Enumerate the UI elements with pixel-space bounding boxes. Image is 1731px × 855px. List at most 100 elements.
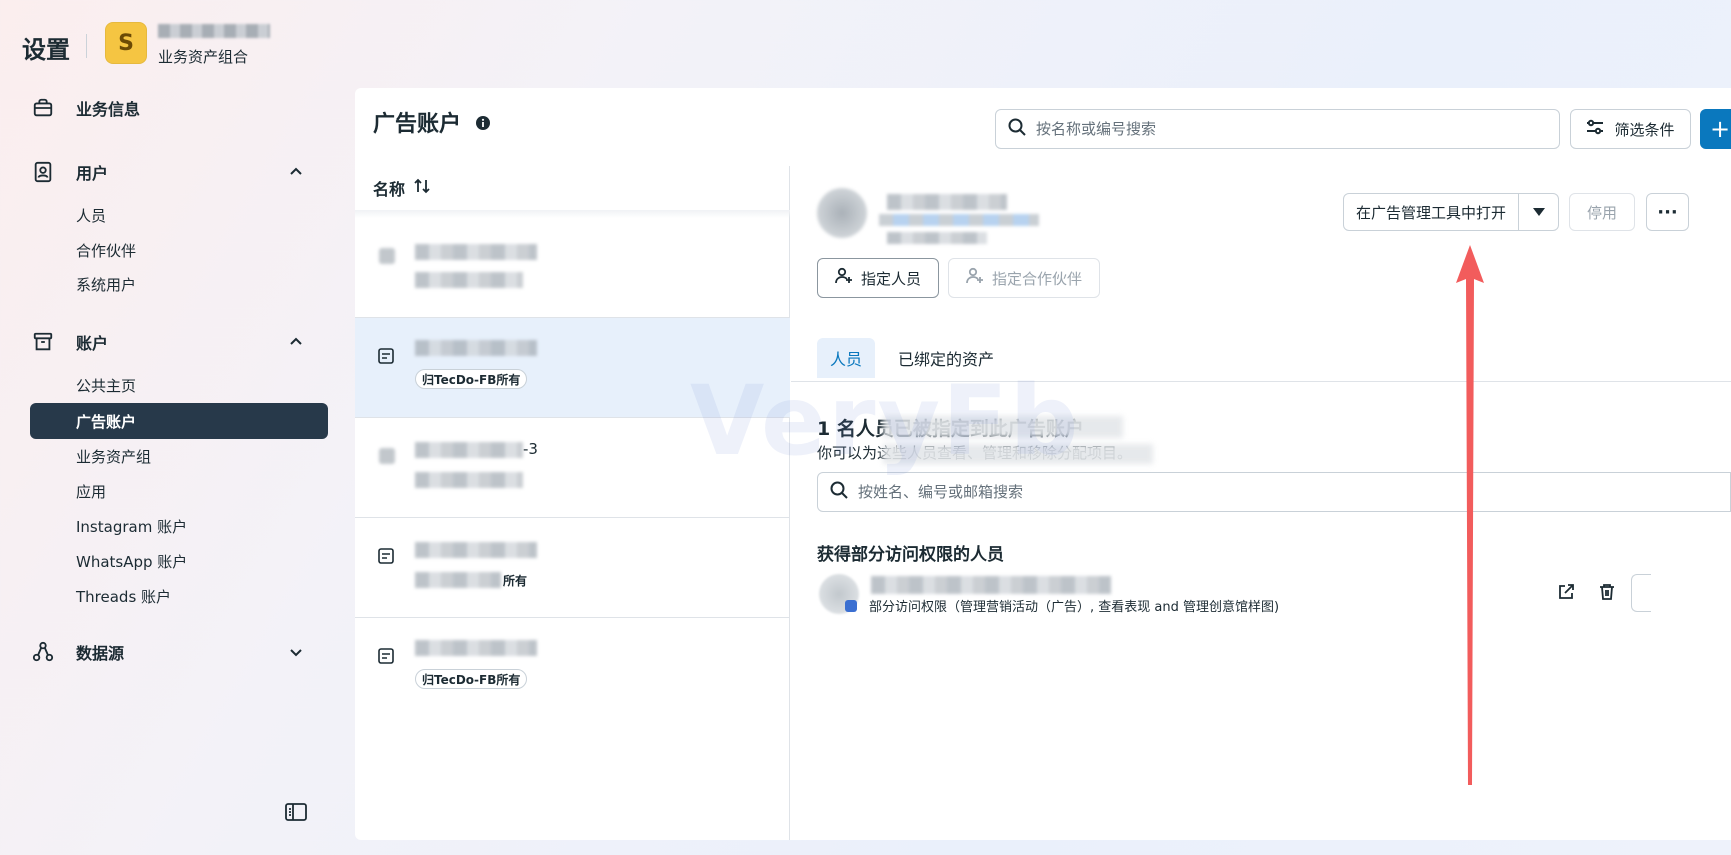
disable-button[interactable]: 停用 [1569, 193, 1635, 231]
ad-account-detail: 在广告管理工具中打开 停用 ··· 指定人员 指定合作伙伴 人员 已绑定的资产 … [791, 166, 1731, 840]
open-in-ads-manager-button[interactable]: 在广告管理工具中打开 [1343, 193, 1519, 231]
list-item[interactable] [355, 218, 790, 318]
collapse-sidebar-icon[interactable] [284, 800, 308, 824]
sidebar-item-system-users[interactable]: 系统用户 [30, 266, 328, 302]
sidebar-item-apps[interactable]: 应用 [30, 473, 328, 509]
sidebar-group-business-info[interactable]: 业务信息 [30, 88, 330, 128]
sidebar-item-whatsapp-accounts[interactable]: WhatsApp 账户 [30, 543, 328, 579]
chevron-down-icon[interactable] [286, 642, 306, 662]
sidebar: 业务信息 用户 人员 合作伙伴 系统用户 账户 公共主页 广告账户 业务资产组 … [0, 90, 340, 855]
briefcase-icon [30, 95, 56, 121]
account-name-redacted [415, 542, 537, 558]
add-person-icon [835, 267, 853, 289]
chevron-up-icon[interactable] [286, 332, 306, 352]
sidebar-item-business-asset-groups[interactable]: 业务资产组 [30, 438, 328, 474]
ad-account-icon [377, 346, 397, 366]
account-title-redacted [887, 194, 1007, 210]
sidebar-group-label: 业务信息 [76, 100, 141, 119]
owner-badge-fragment: 所有 [503, 574, 528, 588]
row-overflow-button[interactable] [1631, 574, 1651, 612]
tab-linked-assets[interactable]: 已绑定的资产 [891, 338, 1001, 378]
list-header-label: 名称 [373, 180, 406, 199]
external-link-icon[interactable] [1557, 583, 1575, 601]
owner-badge: 归TecDo-FB所有 [415, 369, 528, 389]
assign-people-label: 指定人员 [860, 269, 921, 288]
top-header: 设置 S 业务资产组合 [0, 0, 1731, 90]
chevron-up-icon[interactable] [286, 162, 306, 182]
page-title: 广告账户 [373, 112, 462, 137]
search-icon [830, 481, 848, 503]
archive-box-icon [30, 329, 56, 355]
caret-down-icon[interactable] [1518, 193, 1559, 231]
ad-account-icon [377, 646, 397, 666]
assign-partner-label: 指定合作伙伴 [991, 269, 1082, 288]
sidebar-group-data-sources[interactable]: 数据源 [30, 632, 330, 672]
sidebar-item-people[interactable]: 人员 [30, 197, 328, 233]
page-app-title: 设置 [22, 36, 70, 64]
ad-account-icon [377, 446, 397, 466]
portfolio-logo[interactable]: S [105, 22, 147, 64]
sidebar-item-threads-accounts[interactable]: Threads 账户 [30, 578, 328, 614]
owner-badge: 归TecDo-FB所有 [415, 669, 528, 689]
search-icon [1008, 118, 1026, 140]
account-name-suffix: -3 [523, 440, 538, 458]
trash-icon[interactable] [1598, 583, 1616, 601]
account-name-redacted [415, 640, 537, 656]
assign-people-button[interactable]: 指定人员 [817, 258, 939, 298]
sliders-icon [1586, 119, 1604, 139]
account-name-redacted [415, 442, 523, 458]
sidebar-group-users[interactable]: 用户 [30, 152, 330, 192]
ad-account-list: 名称 归TecDo-FB所有 -3 所有 归TecDo-FB所有 [355, 166, 790, 840]
description-redaction [883, 444, 1153, 464]
person-name-redacted [871, 576, 1111, 594]
sidebar-group-accounts[interactable]: 账户 [30, 322, 330, 362]
account-id-redacted [415, 472, 523, 488]
person-badge-icon [845, 600, 857, 612]
account-id-redacted [415, 572, 501, 588]
list-header-shadow [355, 210, 790, 218]
sidebar-item-instagram-accounts[interactable]: Instagram 账户 [30, 508, 328, 544]
account-meta-redacted [887, 232, 987, 244]
list-item-selected[interactable]: 归TecDo-FB所有 [355, 318, 790, 418]
header-divider [86, 34, 87, 58]
tab-divider [791, 381, 1731, 382]
list-header-name[interactable]: 名称 [373, 176, 431, 200]
main-panel: 广告账户 筛选条件 + 名称 归TecDo- [355, 88, 1731, 840]
sidebar-item-ad-accounts[interactable]: 广告账户 [30, 403, 328, 439]
summary-redaction [883, 416, 1123, 438]
sidebar-group-label: 数据源 [76, 644, 125, 663]
add-partner-icon [966, 267, 984, 289]
person-access-description: 部分访问权限（管理营销活动（广告）, 查看表现 and 管理创意馆样图) [869, 600, 1280, 615]
account-avatar-redacted [817, 188, 867, 238]
more-options-button[interactable]: ··· [1646, 193, 1689, 231]
partial-access-heading: 获得部分访问权限的人员 [817, 545, 1004, 565]
sidebar-group-label: 用户 [76, 164, 109, 183]
list-item[interactable]: 归TecDo-FB所有 [355, 618, 790, 718]
sidebar-item-pages[interactable]: 公共主页 [30, 367, 328, 403]
sort-icon[interactable] [413, 178, 431, 198]
portfolio-subtitle: 业务资产组合 [158, 48, 249, 66]
filter-label: 筛选条件 [1614, 120, 1675, 139]
ad-account-icon [377, 546, 397, 566]
filter-button[interactable]: 筛选条件 [1570, 109, 1691, 149]
assign-partner-button[interactable]: 指定合作伙伴 [948, 258, 1100, 298]
ad-account-icon [377, 246, 397, 266]
ad-account-search[interactable] [995, 109, 1560, 149]
account-link-redacted [879, 214, 1039, 226]
sidebar-group-label: 账户 [76, 334, 109, 353]
user-badge-icon [30, 159, 56, 185]
list-item[interactable]: -3 [355, 418, 790, 518]
portfolio-name-redacted[interactable] [158, 24, 270, 38]
account-id-redacted [415, 272, 523, 288]
ad-account-search-input[interactable] [1036, 120, 1536, 138]
info-icon[interactable] [475, 115, 491, 131]
list-item[interactable]: 所有 [355, 518, 790, 618]
data-source-icon [30, 639, 56, 665]
account-name-redacted [415, 244, 537, 260]
people-search-input[interactable] [858, 483, 1698, 501]
tab-people[interactable]: 人员 [817, 338, 875, 378]
add-button[interactable]: + [1700, 109, 1731, 149]
sidebar-item-partners[interactable]: 合作伙伴 [30, 232, 328, 268]
people-search[interactable] [817, 472, 1731, 512]
account-name-redacted [415, 340, 537, 356]
